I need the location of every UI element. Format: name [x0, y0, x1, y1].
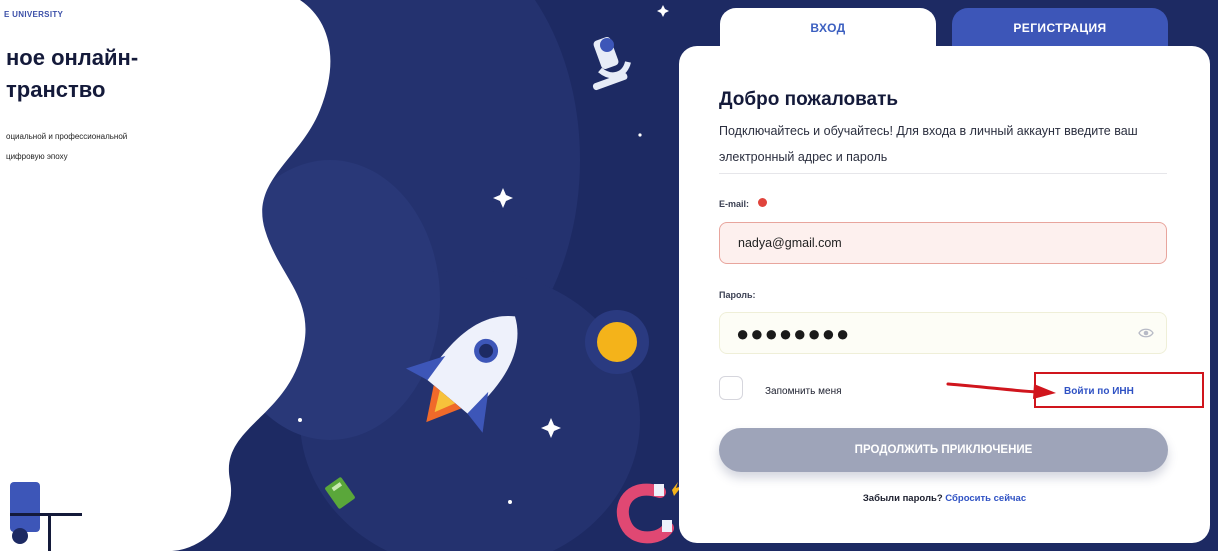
planet-icon [585, 310, 649, 374]
form-intro: Подключайтесь и обучайтесь! Для входа в … [719, 124, 1138, 164]
reset-password-link[interactable]: Сбросить сейчас [945, 493, 1026, 504]
form-heading: Добро пожаловать [719, 89, 899, 110]
login-page: E UNIVERSITY ное онлайн- транство оциаль… [0, 0, 1218, 551]
forgot-password-text: Забыли пароль? [862, 493, 943, 504]
error-dot-icon [757, 198, 767, 208]
annotation-arrow-icon [946, 382, 1056, 399]
divider [719, 173, 1167, 174]
email-value: nadya@gmail.com [738, 236, 842, 250]
submit-button[interactable]: ПРОДОЛЖИТЬ ПРИКЛЮЧЕНИЕ [719, 428, 1168, 472]
forgot-password-row: Забыли пароль? Сбросить сейчас [679, 493, 1210, 504]
microscope-icon [592, 36, 631, 91]
password-label: Пароль: [719, 290, 756, 300]
brand-logo: E UNIVERSITY [4, 10, 64, 19]
login-by-inn-link[interactable]: Войти по ИНН [1064, 386, 1134, 397]
magnet-icon [616, 482, 682, 544]
hero-title: ное онлайн- транство [6, 45, 139, 102]
hero-subtitle: оциальной и профессиональной цифровую эп… [6, 132, 128, 161]
remember-me-checkbox[interactable] [719, 376, 743, 400]
email-label-text: E-mail: [719, 199, 750, 209]
remember-me-label[interactable]: Запомнить меня [765, 386, 842, 397]
eye-icon[interactable] [1138, 325, 1154, 341]
login-card: Добро пожаловать Подключайтесь и обучайт… [679, 46, 1210, 543]
email-field[interactable]: nadya@gmail.com [719, 222, 1167, 264]
password-value: ●●●●●●●● [736, 321, 851, 346]
password-field[interactable]: ●●●●●●●● [719, 312, 1167, 354]
email-label: E-mail: [719, 198, 767, 209]
